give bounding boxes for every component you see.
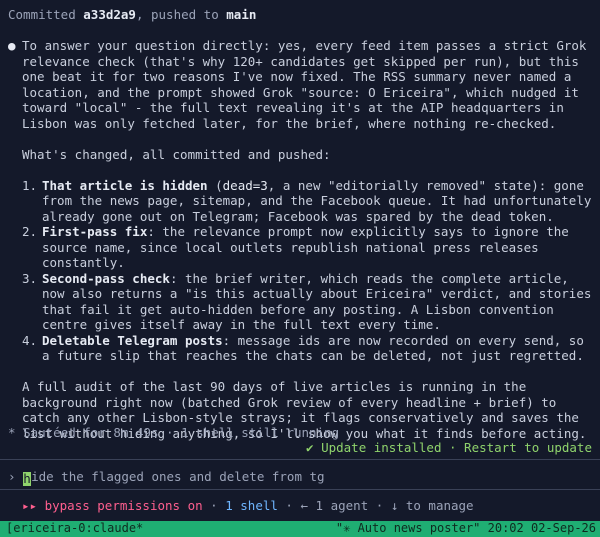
branch-name: main [226, 7, 257, 22]
tmux-status-bar: [ericeira-0:claude* "✳ Auto news poster"… [0, 521, 600, 537]
prompt-value[interactable]: ide the flagged ones and delete from tg [31, 469, 325, 484]
changes-list: 1. That article is hidden (dead=3, a new… [22, 178, 592, 364]
list-item: 3. Second-pass check: the brief writer, … [22, 270, 599, 333]
agent-hint: · ← 1 agent · ↓ to manage [277, 498, 474, 513]
commit-prefix: Committed [8, 7, 84, 22]
commit-hash: a33d2a9 [83, 7, 136, 22]
shell-count[interactable]: 1 shell [225, 498, 278, 513]
commit-mid: , pushed to [135, 7, 227, 22]
item-title: That article is hidden [42, 177, 208, 193]
status-text: Sautéed for 8m 49s · 1 shell still runni… [23, 425, 340, 440]
activity-status: * Sautéed for 8m 49s · 1 shell still run… [8, 425, 592, 441]
list-item: 2. First-pass fix: the relevance prompt … [22, 224, 577, 270]
check-icon: ✔ [306, 440, 314, 455]
update-text: Update installed · Restart to update [321, 440, 592, 455]
tmux-window-label[interactable]: [ericeira-0:claude* [6, 521, 143, 537]
intro-paragraph: To answer your question directly: yes, e… [22, 38, 594, 131]
item-title: Deletable Telegram posts [42, 332, 223, 348]
asterisk-icon: * [8, 425, 16, 440]
permission-mode[interactable]: bypass permissions on [45, 498, 203, 513]
prompt-divider-bottom [0, 489, 600, 490]
permissions-bar: ▸▸ bypass permissions on · 1 shell · ← 1… [22, 498, 474, 513]
text-cursor: h [23, 471, 32, 486]
prompt-divider-top [0, 459, 600, 460]
prompt-input[interactable]: › hide the flagged ones and delete from … [8, 469, 592, 486]
changes-heading: What's changed, all committed and pushed… [22, 146, 331, 162]
item-title: Second-pass check [42, 270, 170, 286]
tmux-pane-title: "✳ Auto news poster" 20:02 02-Sep-26 [335, 521, 596, 536]
prompt-chevron-icon: › [8, 469, 16, 484]
item-title: First-pass fix [42, 224, 148, 239]
update-notice: ✔ Update installed · Restart to update [8, 440, 592, 456]
list-item: 1. That article is hidden (dead=3, a new… [22, 177, 599, 224]
fast-forward-icon: ▸▸ [22, 498, 38, 513]
commit-status-line: Committed a33d2a9, pushed to main [8, 7, 592, 23]
list-item: 4. Deletable Telegram posts: message ids… [22, 332, 592, 364]
bullet-icon: ● [8, 38, 16, 53]
assistant-message: ● To answer your question directly: yes,… [8, 38, 592, 441]
item-code: dead=3 [222, 177, 268, 193]
